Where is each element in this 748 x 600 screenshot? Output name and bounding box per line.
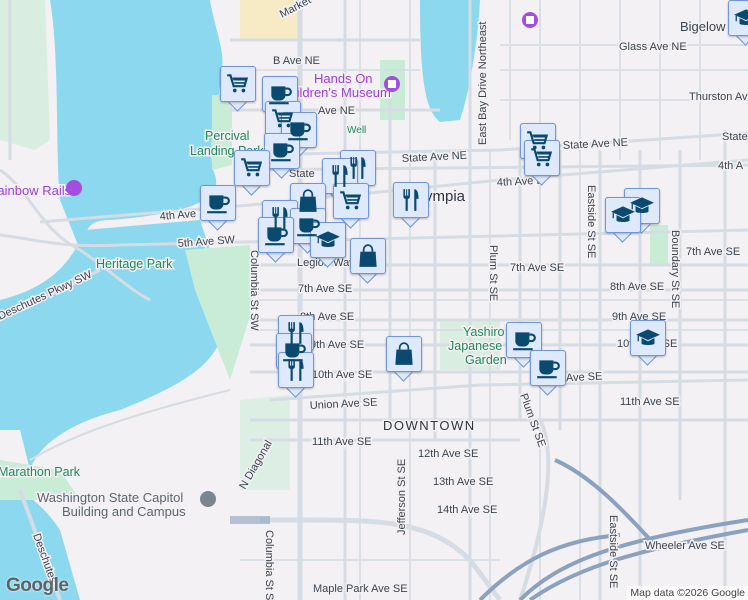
street-label: Union Ave SE bbox=[310, 396, 378, 412]
street-label: Ave NE bbox=[318, 105, 355, 117]
graduation-cap-marker[interactable] bbox=[630, 320, 666, 366]
street-label: Maple Park Ave SE bbox=[313, 583, 408, 595]
shopping-cart-icon bbox=[239, 155, 265, 181]
shopping-bag-marker[interactable] bbox=[386, 336, 422, 382]
shopping-bag-icon bbox=[391, 341, 417, 367]
park-label: Japanese bbox=[448, 339, 502, 353]
marker-box bbox=[506, 322, 542, 358]
street-label: Boundary St SE bbox=[669, 230, 681, 308]
camera-icon bbox=[66, 180, 82, 196]
coffee-icon bbox=[511, 327, 537, 353]
shopping-cart-marker[interactable] bbox=[234, 150, 270, 196]
street-label: 10th Ave SE bbox=[312, 369, 372, 381]
street-label: 4th A bbox=[718, 160, 744, 172]
marker-box bbox=[234, 150, 270, 186]
graduation-cap-marker[interactable] bbox=[728, 0, 748, 46]
graduation-cap-marker[interactable] bbox=[310, 222, 346, 268]
coffee-marker[interactable] bbox=[258, 217, 294, 263]
marker-box bbox=[258, 217, 294, 253]
coffee-marker[interactable] bbox=[200, 185, 236, 231]
shopping-cart-icon bbox=[529, 145, 555, 171]
street-label: East Bay Drive Northeast bbox=[477, 22, 489, 146]
street-label: 12th Ave SE bbox=[418, 448, 478, 460]
street-label: Plum St SE bbox=[487, 245, 499, 301]
coffee-marker[interactable] bbox=[530, 350, 566, 396]
street-label: State bbox=[722, 131, 748, 143]
marker-box bbox=[310, 222, 346, 258]
restaurant-marker[interactable] bbox=[393, 182, 429, 228]
marker-box bbox=[605, 197, 641, 233]
graduation-cap-icon bbox=[315, 227, 341, 253]
marker-box bbox=[630, 320, 666, 356]
street-label: Jefferson St SE bbox=[396, 459, 408, 535]
google-logo[interactable]: Google bbox=[6, 575, 69, 597]
coffee-icon bbox=[269, 138, 295, 164]
shopping-bag-marker[interactable] bbox=[350, 238, 386, 284]
marker-box bbox=[530, 350, 566, 386]
district-label: DOWNTOWN bbox=[383, 418, 476, 433]
marker-box bbox=[333, 183, 369, 219]
street-label: 7th Ave SE bbox=[510, 262, 564, 274]
park-label: Percival bbox=[205, 129, 249, 143]
marker-box bbox=[524, 140, 560, 176]
marker-box bbox=[386, 336, 422, 372]
park-label: Garden bbox=[465, 353, 507, 367]
shopping-cart-marker[interactable] bbox=[524, 140, 560, 186]
marker-box bbox=[350, 238, 386, 274]
shopping-cart-marker[interactable] bbox=[220, 66, 256, 112]
street-label: Bigelow bbox=[680, 19, 726, 34]
park-label: Marathon Park bbox=[0, 465, 81, 479]
park-label: Heritage Park bbox=[96, 257, 173, 271]
marker-box bbox=[220, 66, 256, 102]
landmark-icon bbox=[200, 491, 216, 507]
landmark-label: Building and Campus bbox=[62, 504, 186, 519]
street-label: State Ave NE bbox=[563, 137, 629, 152]
street-label: 4th Ave bbox=[159, 208, 196, 223]
street-label: Columbia St SW bbox=[263, 530, 275, 600]
map-attribution[interactable]: Map data ©2026 Google bbox=[627, 586, 748, 600]
park-label: Yashiro bbox=[463, 325, 505, 339]
marker-box bbox=[278, 352, 314, 388]
shopping-cart-icon bbox=[338, 188, 364, 214]
coffee-icon bbox=[267, 81, 293, 107]
street-label: Eastside St SE bbox=[607, 515, 619, 588]
marker-box bbox=[264, 133, 300, 169]
map-canvas[interactable]: Market B Ave NE Ave NE State State Ave N… bbox=[0, 0, 748, 600]
street-label: 7th Ave SE bbox=[298, 283, 352, 295]
street-label: Wheeler Ave SE bbox=[645, 540, 725, 552]
street-label: 7th Ave SE bbox=[686, 246, 740, 258]
restaurant-icon bbox=[398, 187, 424, 213]
street-label: 8th Ave SE bbox=[610, 281, 664, 293]
shopping-bag-icon bbox=[295, 188, 321, 214]
museum-label: Hands On bbox=[314, 71, 373, 86]
restaurant-icon bbox=[327, 163, 353, 189]
attraction-label: Rainbow Rails bbox=[0, 183, 72, 198]
landmark-label: Washington State Capitol bbox=[37, 490, 183, 505]
street-label: 13th Ave SE bbox=[433, 476, 493, 488]
coffee-icon bbox=[205, 190, 231, 216]
street-label: 14th Ave SE bbox=[437, 504, 497, 516]
graduation-cap-icon bbox=[733, 5, 748, 31]
street-label: Thurston Ave bbox=[689, 91, 748, 103]
street-label: Glass Ave NE bbox=[619, 41, 687, 53]
shopping-cart-icon bbox=[225, 71, 251, 97]
graduation-cap-icon bbox=[610, 202, 636, 228]
marker-box bbox=[200, 185, 236, 221]
place-label: Well bbox=[347, 125, 366, 136]
graduation-cap-icon bbox=[635, 325, 661, 351]
street-label: 9th Ave SE bbox=[310, 339, 364, 351]
marker-box bbox=[393, 182, 429, 218]
street-label: State Ave NE bbox=[402, 150, 468, 165]
shopping-bag-icon bbox=[355, 243, 381, 269]
restaurant-icon bbox=[283, 357, 309, 383]
coffee-icon bbox=[263, 222, 289, 248]
street-label: B Ave NE bbox=[273, 55, 320, 67]
graduation-cap-marker[interactable] bbox=[605, 197, 641, 243]
marker-box bbox=[728, 0, 748, 36]
street-label: Eastside St SE bbox=[585, 185, 597, 258]
street-label: 11th Ave SE bbox=[620, 396, 680, 408]
coffee-icon bbox=[535, 355, 561, 381]
street-label: 11th Ave SE bbox=[312, 436, 372, 448]
restaurant-marker[interactable] bbox=[278, 352, 314, 398]
